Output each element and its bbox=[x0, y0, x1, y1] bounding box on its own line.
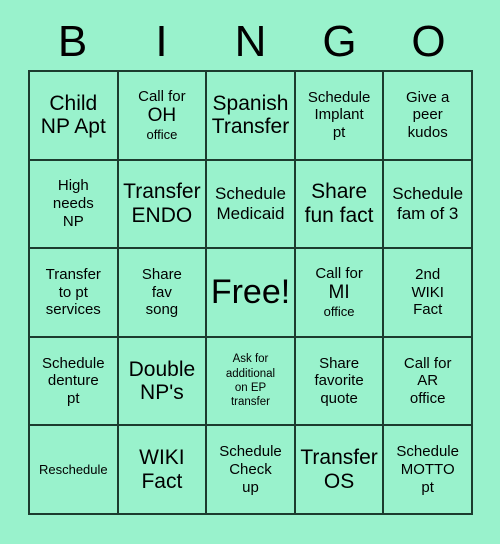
bingo-cell-text: Child NP Apt bbox=[40, 91, 106, 139]
bingo-cell-text: WIKI Fact bbox=[139, 446, 185, 493]
bingo-grid: Child NP Apt Call for OH office Spanish Tran… bbox=[28, 70, 473, 515]
bingo-cell[interactable]: Child NP Apt bbox=[30, 72, 119, 161]
bingo-cell[interactable]: Schedule denture pt bbox=[30, 337, 119, 427]
bingo-cell[interactable]: Give a peer kudos bbox=[384, 72, 473, 161]
bingo-cell-text: High needs NP bbox=[52, 177, 94, 230]
bingo-cell-text: Call for OH office bbox=[122, 88, 203, 143]
bingo-cell-text: Free! bbox=[210, 272, 291, 311]
bingo-cell-text: Share favorite quote bbox=[314, 354, 364, 407]
bingo-cell[interactable]: Free! bbox=[207, 249, 296, 338]
bingo-cell-text: Schedule Check up bbox=[219, 443, 282, 496]
bingo-cell-text: Schedule MOTTO pt bbox=[396, 443, 459, 496]
bingo-cell-text: Schedule Implant pt bbox=[307, 88, 371, 142]
bingo-cell-text: 2nd WIKI Fact bbox=[411, 265, 444, 319]
bingo-cell-text: Give a peer kudos bbox=[406, 88, 450, 142]
bingo-cell-text: Spanish Transfer bbox=[211, 91, 290, 139]
bingo-cell[interactable]: WIKI Fact bbox=[118, 426, 208, 515]
bingo-cell-line: office bbox=[323, 304, 355, 320]
bingo-cell[interactable]: Call for OH office bbox=[118, 72, 208, 161]
bingo-cell-text: Schedule Medicaid bbox=[215, 184, 286, 223]
header-letter-o: O bbox=[411, 17, 446, 66]
bingo-card: B I N G O Child NP Apt Call for OH office Sp… bbox=[0, 0, 500, 544]
bingo-cell[interactable]: Schedule Medicaid bbox=[207, 160, 296, 250]
bingo-cell[interactable]: Schedule MOTTO pt bbox=[384, 426, 473, 515]
bingo-cell-text: Schedule fam of 3 bbox=[392, 184, 464, 223]
bingo-cell-text: Call for MI office bbox=[299, 265, 380, 320]
bingo-cell-text: Transfer OS bbox=[300, 446, 378, 493]
bingo-cell-text: Transfer to pt services bbox=[45, 265, 101, 319]
bingo-cell[interactable]: Transfer OS bbox=[295, 426, 385, 515]
bingo-cell-line: Call for bbox=[315, 265, 363, 283]
bingo-cell[interactable]: Share favorite quote bbox=[295, 337, 385, 427]
bingo-cell-text: Double NP's bbox=[128, 357, 196, 405]
bingo-cell[interactable]: Ask for additional on EP transfer bbox=[207, 337, 296, 427]
bingo-cell[interactable]: 2nd WIKI Fact bbox=[384, 249, 473, 338]
bingo-cell[interactable]: Share fun fact bbox=[295, 160, 385, 250]
bingo-cell[interactable]: Schedule Check up bbox=[207, 426, 296, 515]
bingo-cell[interactable]: Schedule fam of 3 bbox=[384, 160, 473, 250]
bingo-cell[interactable]: Call for AR office bbox=[384, 337, 473, 427]
bingo-header: B I N G O bbox=[28, 14, 473, 70]
bingo-cell[interactable]: Double NP's bbox=[118, 337, 208, 427]
bingo-cell[interactable]: Spanish Transfer bbox=[207, 72, 296, 161]
bingo-cell-text: Transfer ENDO bbox=[123, 180, 201, 227]
bingo-cell-text: Share fav song bbox=[141, 265, 182, 319]
header-letter-b: B bbox=[57, 17, 88, 66]
bingo-cell[interactable]: Call for MI office bbox=[295, 249, 385, 338]
bingo-cell[interactable]: Transfer ENDO bbox=[118, 160, 208, 250]
header-letter-n: N bbox=[234, 17, 267, 66]
bingo-cell[interactable]: Transfer to pt services bbox=[30, 249, 119, 338]
bingo-cell-text: Call for AR office bbox=[403, 354, 452, 407]
bingo-cell-text: Schedule denture pt bbox=[42, 354, 105, 407]
bingo-cell-line: OH bbox=[147, 105, 177, 127]
bingo-cell-text: Ask for additional on EP transfer bbox=[225, 353, 276, 409]
bingo-cell[interactable]: Share fav song bbox=[118, 249, 208, 338]
bingo-cell-text: Reschedule bbox=[38, 461, 108, 477]
bingo-cell-line: office bbox=[146, 127, 178, 143]
bingo-cell[interactable]: Schedule Implant pt bbox=[295, 72, 385, 161]
bingo-cell-text: Share fun fact bbox=[304, 180, 374, 227]
bingo-cell[interactable]: High needs NP bbox=[30, 160, 119, 250]
bingo-cell-line: MI bbox=[328, 282, 350, 304]
bingo-cell[interactable]: Reschedule bbox=[30, 426, 119, 515]
header-letter-g: G bbox=[322, 17, 357, 66]
header-letter-i: I bbox=[155, 17, 168, 66]
bingo-cell-line: Call for bbox=[138, 87, 186, 105]
